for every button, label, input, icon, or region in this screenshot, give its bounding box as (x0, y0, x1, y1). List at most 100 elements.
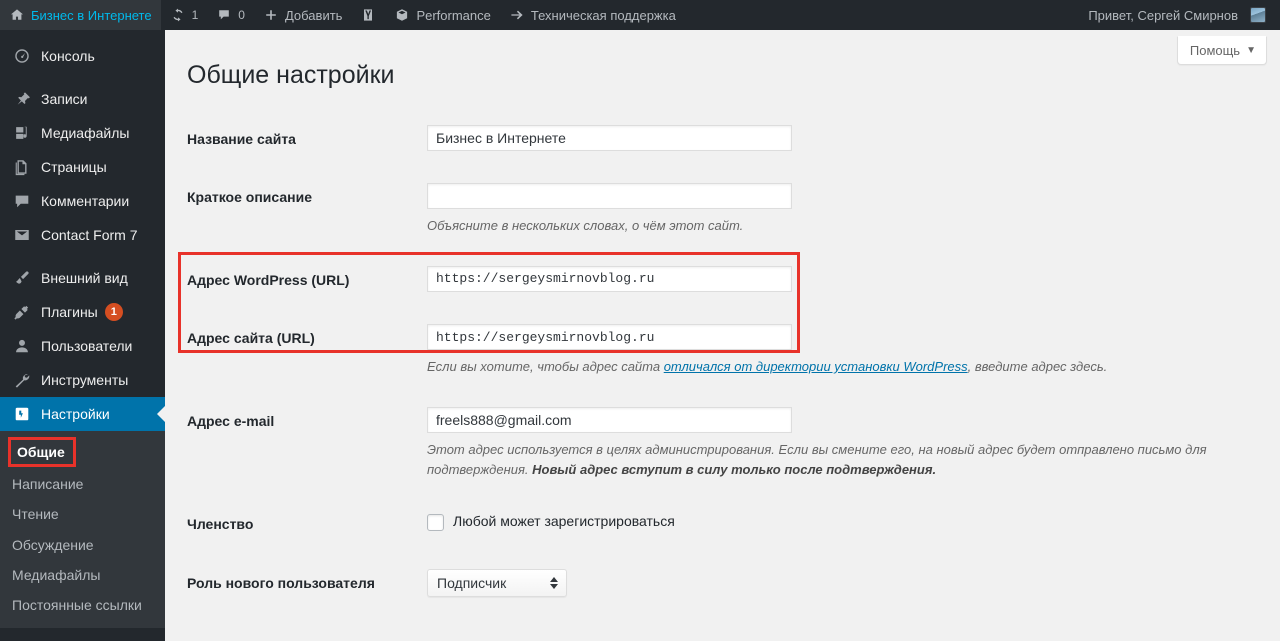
adminbar-updates[interactable]: 1 (161, 0, 208, 30)
sidebar-item-settings[interactable]: Настройки (0, 397, 165, 431)
submenu-item-media[interactable]: Медиафайлы (0, 560, 165, 590)
sidebar-item-label: Инструменты (41, 372, 129, 388)
cube-icon (394, 7, 410, 23)
tagline-input[interactable] (427, 182, 792, 209)
adminbar-support-label: Техническая поддержка (530, 7, 676, 23)
submenu-item-permalinks[interactable]: Постоянные ссылки (0, 590, 165, 620)
adminbar-comments[interactable]: 0 (207, 0, 254, 30)
submenu-item-discussion[interactable]: Обсуждение (0, 530, 165, 560)
form-row-site-url: Адрес сайта (URL) Если вы хотите, чтобы … (187, 309, 1257, 392)
sidebar-item-contact-form-7[interactable]: Contact Form 7 (0, 218, 165, 252)
membership-checkbox-label[interactable]: Любой может зарегистрироваться (453, 512, 675, 532)
adminbar-performance[interactable]: Performance (385, 0, 499, 30)
admin-email-input[interactable] (427, 407, 792, 434)
form-row-default-role: Роль нового пользователя Подписчик (187, 554, 1257, 612)
form-row-admin-email: Адрес e-mail Этот адрес используется в ц… (187, 392, 1257, 495)
default-role-select[interactable]: Подписчик (427, 568, 567, 597)
help-button-wrap: Помощь ▼ (1176, 36, 1267, 65)
sidebar-item-media[interactable]: Медиафайлы (0, 116, 165, 150)
sidebar-item-pages[interactable]: Страницы (0, 150, 165, 184)
membership-checkbox[interactable] (427, 513, 444, 531)
site-url-doc-link[interactable]: отличался от директории установки WordPr… (664, 359, 968, 374)
admin-bar: Бизнес в Интернете 1 0 Добавить Performa… (0, 0, 1280, 30)
admin-email-description: Этот адрес используется в целях админист… (427, 440, 1247, 480)
submenu-item-reading[interactable]: Чтение (0, 499, 165, 529)
wrench-icon (12, 370, 32, 390)
page-title: Общие настройки (187, 61, 395, 89)
label-default-role: Роль нового пользователя (187, 574, 375, 591)
comments-count: 0 (238, 8, 245, 22)
submenu-item-writing[interactable]: Написание (0, 469, 165, 499)
form-row-site-title: Название сайта (187, 110, 1257, 168)
wordpress-url-input[interactable] (427, 265, 792, 292)
site-url-description: Если вы хотите, чтобы адрес сайта отлича… (427, 357, 1247, 377)
adminbar-yoast-seo[interactable] (351, 0, 385, 30)
comment-bubble-icon (216, 7, 232, 23)
updates-icon (170, 7, 186, 23)
sidebar-item-label: Плагины (41, 304, 98, 320)
adminbar-site-label: Бизнес в Интернете (31, 7, 152, 23)
label-admin-email: Адрес e-mail (187, 413, 275, 430)
adminbar-support[interactable]: Техническая поддержка (500, 0, 685, 30)
adminbar-new-content[interactable]: Добавить (254, 0, 351, 30)
dashboard-icon (12, 46, 32, 66)
pin-icon (12, 89, 32, 109)
home-icon (9, 7, 25, 23)
form-row-membership: Членство Любой может зарегистрироваться (187, 495, 1257, 553)
form-row-wordpress-url: Адрес WordPress (URL) (187, 251, 1257, 309)
settings-icon (12, 404, 32, 424)
plugin-icon (12, 302, 32, 322)
cell-site-title (417, 110, 1257, 168)
sidebar-item-label: Настройки (41, 406, 110, 422)
adminbar-new-label: Добавить (284, 7, 343, 23)
adminbar-greeting-label: Привет, Сергей Смирнов (1088, 7, 1238, 23)
site-title-input[interactable] (427, 124, 792, 151)
label-membership: Членство (187, 516, 254, 533)
help-button[interactable]: Помощь ▼ (1176, 36, 1267, 65)
sidebar-item-posts[interactable]: Записи (0, 82, 165, 116)
main-content-area: Помощь ▼ Общие настройки Название сайта … (165, 30, 1280, 641)
cell-admin-email: Этот адрес используется в целях админист… (417, 392, 1257, 495)
site-url-input[interactable] (427, 324, 792, 351)
menu-separator-1 (0, 73, 165, 82)
adminbar-my-account[interactable]: Привет, Сергей Смирнов (1079, 0, 1280, 30)
chevron-down-icon: ▼ (1246, 44, 1256, 56)
membership-checkbox-row: Любой может зарегистрироваться (427, 510, 1247, 532)
help-button-label: Помощь (1189, 43, 1241, 58)
sidebar-item-label: Записи (41, 91, 88, 107)
yoast-seo-icon (360, 7, 376, 23)
menu-separator-2 (0, 252, 165, 261)
sidebar-item-label: Пользователи (41, 338, 133, 354)
form-row-tagline: Краткое описание Объясните в нескольких … (187, 168, 1257, 251)
sidebar-item-users[interactable]: Пользователи (0, 329, 165, 363)
sidebar-item-comments[interactable]: Комментарии (0, 184, 165, 218)
adminbar-site-name[interactable]: Бизнес в Интернете (0, 0, 161, 30)
plugins-update-badge: 1 (104, 303, 123, 321)
label-wordpress-url: Адрес WordPress (URL) (187, 271, 350, 288)
sidebar-item-label: Внешний вид (41, 270, 128, 286)
updates-count: 1 (191, 8, 199, 22)
sidebar-item-label: Комментарии (41, 193, 130, 209)
sidebar-item-dashboard[interactable]: Консоль (0, 39, 165, 73)
sidebar-item-tools[interactable]: Инструменты (0, 363, 165, 397)
cell-site-url: Если вы хотите, чтобы адрес сайта отлича… (417, 309, 1257, 392)
general-settings-form: Название сайта Краткое описание Объяснит… (187, 110, 1257, 612)
plus-icon (263, 7, 279, 23)
cell-tagline: Объясните в нескольких словах, о чём это… (417, 168, 1257, 251)
settings-submenu: Общие Написание Чтение Обсуждение Медиаф… (0, 431, 165, 629)
cell-default-role: Подписчик (417, 554, 1257, 612)
media-icon (12, 123, 32, 143)
label-site-title: Название сайта (187, 130, 296, 147)
menu-top-spacer (0, 30, 165, 39)
user-avatar (1250, 7, 1266, 23)
sidebar-item-plugins[interactable]: Плагины 1 (0, 295, 165, 329)
site-url-desc-after: , введите адрес здесь. (967, 359, 1108, 375)
label-site-url: Адрес сайта (URL) (187, 330, 315, 347)
tagline-description: Объясните в нескольких словах, о чём это… (427, 217, 744, 233)
submenu-item-general[interactable]: Общие (8, 437, 76, 468)
admin-sidebar-menu: Консоль Записи Медиафайлы Страницы Комме… (0, 30, 165, 641)
adminbar-spacer (685, 0, 1080, 30)
arrow-right-icon (509, 7, 525, 23)
sidebar-item-appearance[interactable]: Внешний вид (0, 261, 165, 295)
admin-email-desc-bold: Новый адрес вступит в силу только после … (532, 462, 937, 478)
